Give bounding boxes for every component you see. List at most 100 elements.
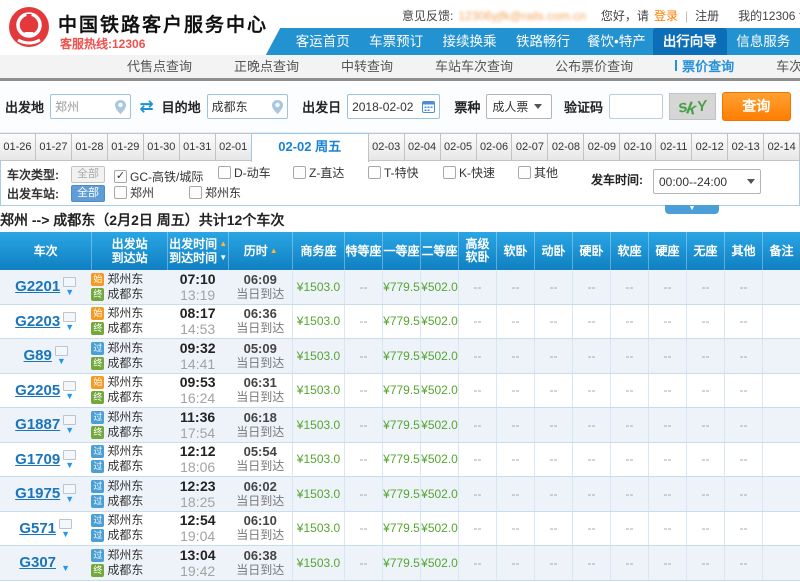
sub-nav-item[interactable]: 公布票价查询	[534, 55, 654, 78]
seat-map-icon[interactable]	[59, 519, 72, 529]
depart-time-select[interactable]: 00:00--24:00	[653, 169, 761, 194]
depart-date-input[interactable]: 2018-02-02	[347, 94, 440, 119]
feedback-email-link[interactable]: 12306yjfk@rails.com.cn	[458, 9, 586, 23]
checkbox-box[interactable]	[518, 166, 531, 179]
checkbox-box[interactable]	[114, 186, 127, 199]
sub-nav-item[interactable]: 正晚点查询	[213, 55, 320, 78]
date-tab[interactable]: 02-07	[511, 133, 548, 161]
date-tab[interactable]: 02-03	[368, 133, 405, 161]
checkbox-box[interactable]	[443, 166, 456, 179]
date-tab[interactable]: 02-09	[583, 133, 620, 161]
price-cell: --	[724, 443, 762, 477]
expand-row-icon[interactable]: ▼	[65, 392, 74, 400]
train-number-link[interactable]: G1887	[15, 416, 60, 433]
date-tab[interactable]: 01-27	[35, 133, 72, 161]
to-station-input[interactable]: 成都东	[207, 94, 288, 119]
checkbox-box[interactable]: ✓	[114, 170, 127, 183]
seat-map-icon[interactable]	[63, 450, 76, 460]
date-tab[interactable]: 01-30	[143, 133, 180, 161]
date-tab[interactable]: 01-26	[0, 133, 36, 161]
date-tab[interactable]: 02-13	[727, 133, 764, 161]
price-cell: --	[496, 546, 534, 580]
captcha-input[interactable]	[609, 94, 663, 119]
seat-map-icon[interactable]	[63, 277, 76, 287]
filter-checkbox[interactable]: Z-直达	[293, 164, 368, 181]
date-tab[interactable]: 02-14	[763, 133, 800, 161]
expand-row-icon[interactable]: ▼	[57, 357, 66, 365]
main-nav-item[interactable]: 出行向导	[653, 28, 726, 55]
sub-nav-item[interactable]: 票价查询	[654, 55, 755, 78]
train-number-link[interactable]: G571	[19, 520, 56, 537]
main-nav-item[interactable]: 接续换乘	[433, 28, 506, 55]
date-tab-active[interactable]: 02-02 周五	[251, 133, 369, 162]
date-tab[interactable]: 01-31	[179, 133, 216, 161]
date-tab[interactable]: 02-01	[215, 133, 252, 161]
depart-station-all-button[interactable]: 全部	[71, 185, 105, 202]
filter-checkbox[interactable]: D-动车	[218, 164, 293, 181]
column-header-duration[interactable]: 历时▲	[228, 232, 292, 270]
date-tab[interactable]: 01-29	[107, 133, 144, 161]
checkbox-label: GC-高铁/城际	[130, 168, 203, 185]
login-link[interactable]: 登录	[654, 7, 678, 24]
train-number-link[interactable]: G2205	[15, 382, 60, 399]
filter-checkbox[interactable]: T-特快	[368, 164, 443, 181]
checkbox-box[interactable]	[189, 186, 202, 199]
railway-logo-icon[interactable]	[8, 6, 50, 48]
filter-checkbox[interactable]: 其他	[518, 164, 593, 181]
train-number-link[interactable]: G2203	[15, 313, 60, 330]
date-tab[interactable]: 02-12	[691, 133, 728, 161]
date-tab[interactable]: 02-08	[547, 133, 584, 161]
date-tab[interactable]: 02-10	[619, 133, 656, 161]
main-nav-item[interactable]: 铁路畅行	[506, 28, 579, 55]
register-link[interactable]: 注册	[695, 7, 719, 24]
checkbox-box[interactable]	[293, 166, 306, 179]
main-nav-item[interactable]: 车票预订	[359, 28, 432, 55]
checkbox-box[interactable]	[368, 166, 381, 179]
main-nav-item[interactable]: 客运首页	[286, 28, 359, 55]
ticket-type-select[interactable]: 成人票	[486, 94, 552, 119]
date-tab[interactable]: 02-11	[655, 133, 692, 161]
seat-map-icon[interactable]	[63, 312, 76, 322]
expand-row-icon[interactable]: ▼	[65, 323, 74, 331]
from-station-input[interactable]: 郑州	[50, 94, 131, 119]
train-number-link[interactable]: G307	[19, 554, 56, 571]
date-tab[interactable]: 02-05	[440, 133, 477, 161]
filter-checkbox[interactable]: K-快速	[443, 164, 518, 181]
filter-checkbox[interactable]: 郑州	[114, 184, 189, 201]
train-number-link[interactable]: G1709	[15, 451, 60, 468]
expand-row-icon[interactable]: ▼	[65, 495, 74, 503]
sub-nav-item[interactable]: 车站车次查询	[414, 55, 534, 78]
train-number-link[interactable]: G1975	[15, 485, 60, 502]
seat-map-icon[interactable]	[63, 415, 76, 425]
expand-row-icon[interactable]: ▼	[65, 288, 74, 296]
date-tab[interactable]: 02-06	[476, 133, 513, 161]
filter-checkbox[interactable]: ✓GC-高铁/城际	[114, 168, 218, 185]
filter-checkbox[interactable]: 郑州东	[189, 184, 264, 201]
my12306-menu[interactable]: 我的12306	[738, 7, 800, 24]
seat-map-icon[interactable]	[63, 381, 76, 391]
train-number-link[interactable]: G89	[24, 347, 52, 364]
sub-nav-item[interactable]: 中转查询	[320, 55, 414, 78]
collapse-filter-tab[interactable]: ▼	[665, 205, 719, 214]
sub-nav-item[interactable]: 车次查询	[755, 55, 800, 78]
main-nav-item[interactable]: 信息服务	[727, 28, 800, 55]
swap-stations-icon[interactable]: ⇄	[139, 97, 153, 117]
column-header-train[interactable]: 车次	[0, 232, 91, 270]
expand-row-icon[interactable]: ▼	[65, 461, 74, 469]
query-button[interactable]: 查询	[722, 92, 791, 121]
seat-map-icon[interactable]	[63, 484, 76, 494]
train-number-link[interactable]: G2201	[15, 278, 60, 295]
main-nav-item[interactable]: 餐饮•特产	[580, 28, 653, 55]
column-header-2: 特等座	[344, 232, 382, 270]
captcha-image[interactable]: skY	[669, 93, 716, 120]
seat-map-icon[interactable]	[55, 346, 68, 356]
train-type-all-button[interactable]: 全部	[71, 166, 105, 183]
expand-row-icon[interactable]: ▼	[61, 530, 70, 538]
sub-nav-item[interactable]: 代售点查询	[106, 55, 213, 78]
expand-row-icon[interactable]: ▼	[65, 426, 74, 434]
column-header-times[interactable]: 出发时间▲ 到达时间▼	[167, 232, 229, 270]
checkbox-box[interactable]	[218, 166, 231, 179]
date-tab[interactable]: 02-04	[404, 133, 441, 161]
expand-row-icon[interactable]: ▼	[61, 564, 70, 572]
date-tab[interactable]: 01-28	[71, 133, 108, 161]
